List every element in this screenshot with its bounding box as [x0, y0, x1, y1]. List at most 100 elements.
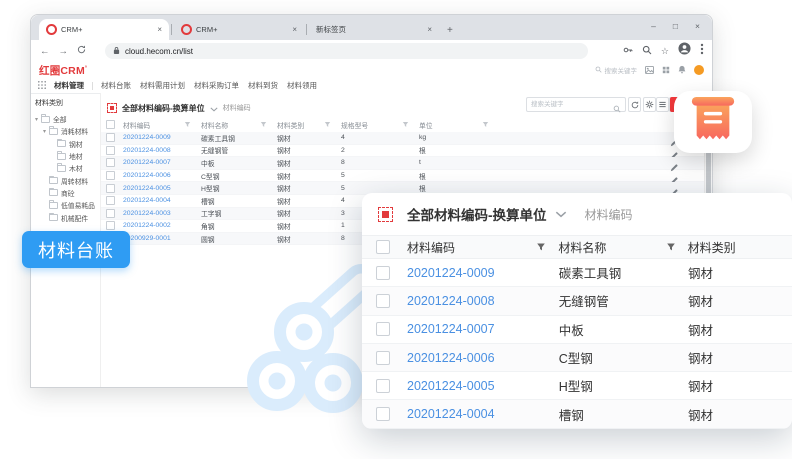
tree-item[interactable]: 低值易耗品: [31, 199, 100, 211]
bookmark-star-icon[interactable]: ☆: [661, 47, 669, 56]
tree-item[interactable]: 地材: [31, 150, 100, 162]
tab-close-icon[interactable]: ×: [427, 25, 432, 34]
cell-code[interactable]: 20201224-0006: [407, 351, 559, 365]
reload-icon[interactable]: [77, 45, 86, 57]
tab-close-icon[interactable]: ×: [157, 25, 162, 34]
zoom-icon[interactable]: [642, 42, 652, 60]
profile-avatar-icon[interactable]: [678, 42, 691, 60]
browser-menu-icon[interactable]: [700, 42, 704, 60]
table-row[interactable]: 20201224-0004槽钢钢材: [362, 400, 792, 428]
cell-code[interactable]: 20201224-0006: [123, 172, 201, 179]
cell-code[interactable]: 20201224-0004: [123, 197, 201, 204]
close-button[interactable]: ×: [695, 21, 700, 31]
chevron-down-icon[interactable]: [555, 205, 567, 223]
browser-tab[interactable]: 新标签页×: [309, 19, 439, 40]
tree-item[interactable]: ▾全部: [31, 113, 100, 125]
cell-code[interactable]: 20201224-0005: [407, 379, 559, 393]
restore-button[interactable]: □: [673, 21, 678, 31]
cell-code[interactable]: 20201224-0008: [407, 294, 559, 308]
key-icon[interactable]: [623, 42, 633, 60]
row-checkbox[interactable]: [106, 171, 115, 180]
cell-code[interactable]: 20200929-0001: [123, 235, 201, 242]
cell-code[interactable]: 20201224-0009: [123, 134, 201, 141]
row-checkbox[interactable]: [376, 407, 390, 421]
tree-item[interactable]: 钢材: [31, 138, 100, 150]
table-row[interactable]: 20201224-0006C型钢钢材5根: [101, 170, 704, 183]
cell-code[interactable]: 20201224-0005: [123, 185, 201, 192]
tree-item[interactable]: 周转材料: [31, 174, 100, 186]
row-checkbox[interactable]: [376, 266, 390, 280]
list-search-input[interactable]: [526, 97, 626, 112]
cell-code[interactable]: 20201224-0003: [123, 210, 201, 217]
filter-icon[interactable]: [324, 121, 331, 128]
filter-icon[interactable]: [536, 242, 546, 252]
url-field[interactable]: cloud.hecom.cn/list: [105, 43, 588, 59]
cell-code[interactable]: 20201224-0002: [123, 222, 201, 229]
row-checkbox[interactable]: [106, 133, 115, 142]
browser-tab[interactable]: CRM+×: [39, 19, 169, 40]
row-checkbox[interactable]: [376, 351, 390, 365]
chevron-down-icon[interactable]: [210, 99, 218, 117]
row-checkbox[interactable]: [376, 379, 390, 393]
nav-item[interactable]: 材料采购订单: [194, 80, 239, 91]
forward-icon[interactable]: →: [59, 46, 69, 57]
table-row[interactable]: 20201224-0008无缝钢管钢材: [362, 287, 792, 315]
table-row[interactable]: 20201224-0006C型钢钢材: [362, 344, 792, 372]
overlay-view-title[interactable]: 全部材料编码-换算单位: [407, 204, 547, 224]
nav-item[interactable]: 材料台账: [101, 80, 131, 91]
view-title[interactable]: 全部材料编码-换算单位: [122, 103, 205, 114]
table-row[interactable]: 20201224-0007中板钢材: [362, 316, 792, 344]
list-view-button[interactable]: [656, 97, 669, 112]
cell-spec: 4: [341, 134, 419, 141]
bell-icon[interactable]: [678, 61, 686, 79]
refresh-button[interactable]: [628, 97, 641, 112]
cell-code[interactable]: 20201224-0008: [123, 147, 201, 154]
receipt-icon: [691, 97, 735, 147]
browser-tab[interactable]: CRM+×: [174, 19, 304, 40]
tree-item[interactable]: 木材: [31, 162, 100, 174]
settings-button[interactable]: [643, 97, 656, 112]
nav-item[interactable]: 材料领用: [287, 80, 317, 91]
row-checkbox[interactable]: [376, 322, 390, 336]
tree-item[interactable]: ▾消耗材料: [31, 125, 100, 137]
tree-item[interactable]: 商砼: [31, 187, 100, 199]
row-checkbox[interactable]: [106, 184, 115, 193]
row-checkbox[interactable]: [376, 294, 390, 308]
row-checkbox[interactable]: [106, 209, 115, 218]
table-row[interactable]: 20201224-0005H型钢钢材: [362, 372, 792, 400]
select-all-checkbox[interactable]: [106, 120, 115, 129]
user-avatar[interactable]: [694, 65, 704, 75]
nav-item[interactable]: 材料需用计划: [140, 80, 185, 91]
row-checkbox[interactable]: [106, 221, 115, 230]
filter-icon[interactable]: [482, 121, 489, 128]
new-tab-button[interactable]: +: [447, 25, 453, 36]
cell-code[interactable]: 20201224-0004: [407, 407, 559, 421]
select-all-checkbox[interactable]: [376, 240, 390, 254]
filter-icon[interactable]: [402, 121, 409, 128]
tree-item[interactable]: 机械配件: [31, 211, 100, 223]
filter-icon[interactable]: [260, 121, 267, 128]
nav-item[interactable]: 材料到货: [248, 80, 278, 91]
cell-code[interactable]: 20201224-0007: [123, 159, 201, 166]
row-checkbox[interactable]: [106, 158, 115, 167]
row-checkbox-cell: [376, 379, 407, 393]
table-row[interactable]: 20201224-0007中板钢材8t: [101, 157, 704, 170]
cell-code[interactable]: 20201224-0009: [407, 266, 559, 280]
tab-close-icon[interactable]: ×: [292, 25, 297, 34]
app-launcher-icon[interactable]: [38, 81, 46, 91]
image-icon[interactable]: [645, 61, 654, 79]
table-row[interactable]: 20201224-0008无缝钢管钢材2根: [101, 145, 704, 158]
filter-icon[interactable]: [184, 121, 191, 128]
filter-icon[interactable]: [666, 242, 676, 252]
nav-app-label[interactable]: 材料管理: [54, 80, 84, 91]
back-icon[interactable]: ←: [40, 46, 50, 57]
header-search[interactable]: 搜索关键字: [595, 65, 638, 75]
table-row[interactable]: 20201224-0009碳素工具钢钢材: [362, 259, 792, 287]
row-checkbox[interactable]: [106, 146, 115, 155]
apps-icon[interactable]: [662, 61, 670, 79]
minimize-button[interactable]: –: [651, 21, 656, 31]
cell-code[interactable]: 20201224-0007: [407, 322, 559, 336]
table-row[interactable]: 20201224-0009碳素工具钢钢材4kg: [101, 132, 704, 145]
view-field-label: 材料编码: [223, 103, 251, 113]
row-checkbox[interactable]: [106, 196, 115, 205]
